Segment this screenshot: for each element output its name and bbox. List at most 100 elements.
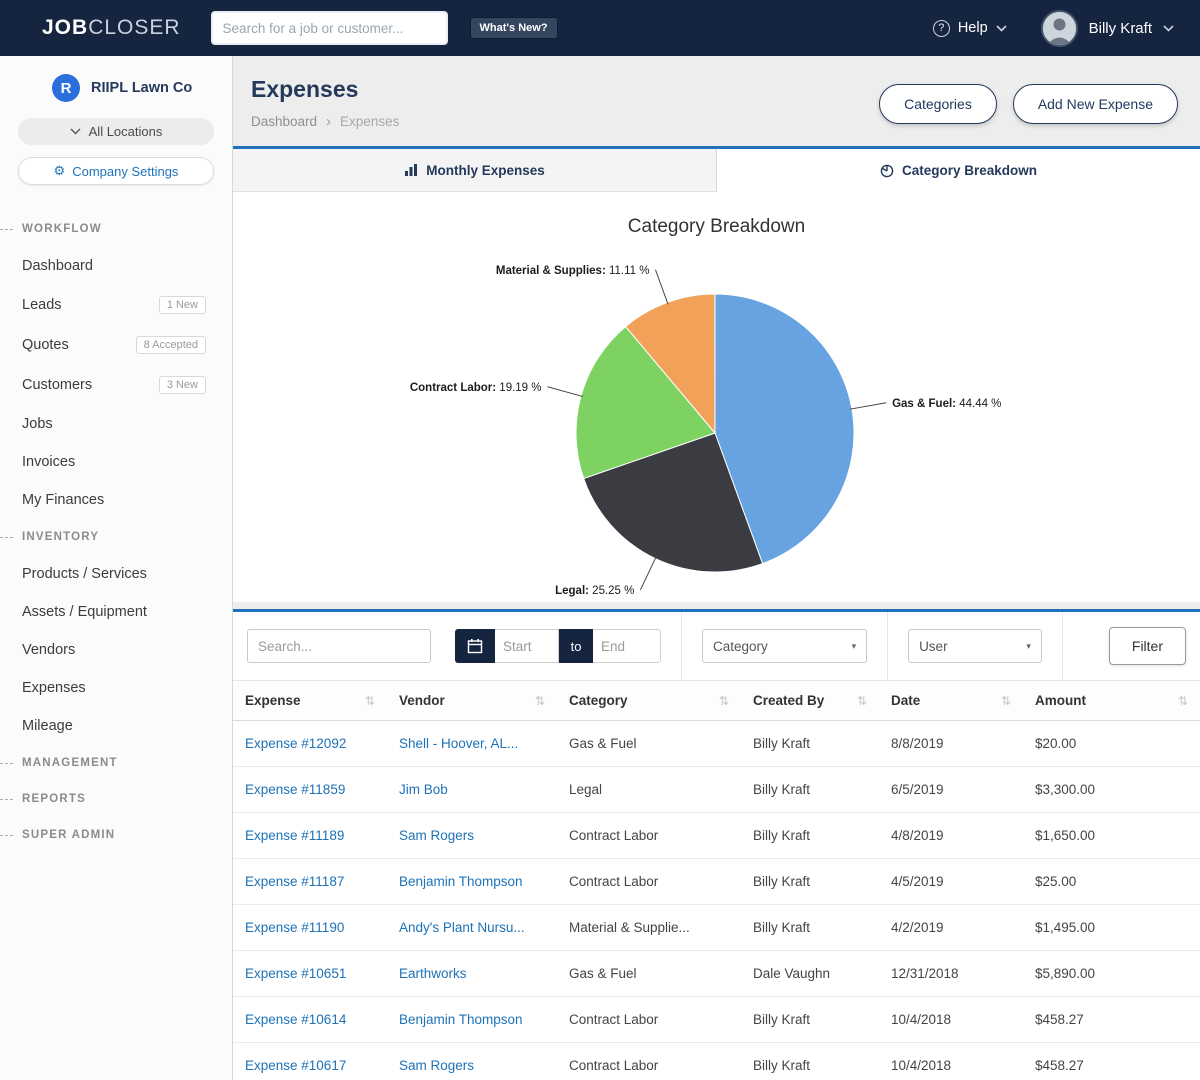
vendor-link[interactable]: Jim Bob [387, 767, 557, 812]
table-row[interactable]: Expense #12092 Shell - Hoover, AL... Gas… [233, 721, 1200, 767]
table-row[interactable]: Expense #10614 Benjamin Thompson Contrac… [233, 997, 1200, 1043]
created-by-cell: Billy Kraft [741, 905, 879, 950]
sidebar-item-invoices[interactable]: Invoices [0, 443, 232, 481]
expense-link[interactable]: Expense #10651 [233, 951, 387, 996]
vendor-link[interactable]: Benjamin Thompson [387, 997, 557, 1042]
category-cell: Gas & Fuel [557, 951, 741, 996]
company-settings-button[interactable]: ⚙ Company Settings [18, 157, 214, 185]
filter-divider [681, 612, 682, 680]
table-row[interactable]: Expense #10651 Earthworks Gas & Fuel Dal… [233, 951, 1200, 997]
amount-cell: $20.00 [1023, 721, 1200, 766]
date-cell: 4/8/2019 [879, 813, 1023, 858]
expense-link[interactable]: Expense #12092 [233, 721, 387, 766]
help-menu[interactable]: ? Help [933, 20, 1007, 37]
category-select[interactable]: Category ▾ [702, 629, 867, 663]
expense-link[interactable]: Expense #10617 [233, 1043, 387, 1080]
column-header-expense[interactable]: Expense⇅ [233, 681, 387, 720]
chevron-down-icon [996, 25, 1007, 32]
all-locations-dropdown[interactable]: All Locations [18, 118, 214, 145]
table-row[interactable]: Expense #10617 Sam Rogers Contract Labor… [233, 1043, 1200, 1080]
vendor-link[interactable]: Shell - Hoover, AL... [387, 721, 557, 766]
section-dash [0, 229, 13, 230]
quotes-badge: 8 Accepted [136, 336, 206, 354]
pie-slice-label: Gas & Fuel: 44.44 % [892, 398, 1001, 410]
sidebar-item-my-finances[interactable]: My Finances [0, 481, 232, 519]
vendor-link[interactable]: Earthworks [387, 951, 557, 996]
pie-leader-line [640, 557, 656, 590]
help-icon: ? [933, 20, 950, 37]
sidebar-item-vendors[interactable]: Vendors [0, 631, 232, 669]
user-select[interactable]: User ▾ [908, 629, 1042, 663]
expense-link[interactable]: Expense #11190 [233, 905, 387, 950]
whats-new-button[interactable]: What's New? [470, 17, 558, 39]
pie-chart-icon [880, 164, 894, 178]
table-search-input[interactable] [247, 629, 431, 663]
column-header-date[interactable]: Date⇅ [879, 681, 1023, 720]
expense-link[interactable]: Expense #11187 [233, 859, 387, 904]
expense-link[interactable]: Expense #11189 [233, 813, 387, 858]
sidebar-item-assets-equipment[interactable]: Assets / Equipment [0, 593, 232, 631]
table-row[interactable]: Expense #11189 Sam Rogers Contract Labor… [233, 813, 1200, 859]
sidebar-item-dashboard[interactable]: Dashboard [0, 247, 232, 285]
calendar-button[interactable] [455, 629, 495, 663]
table-row[interactable]: Expense #11187 Benjamin Thompson Contrac… [233, 859, 1200, 905]
table-row[interactable]: Expense #11190 Andy's Plant Nursu... Mat… [233, 905, 1200, 951]
section-heading-inventory: INVENTORY [0, 519, 232, 555]
column-header-vendor[interactable]: Vendor⇅ [387, 681, 557, 720]
date-range-group: to [455, 629, 661, 663]
tab-category-breakdown[interactable]: Category Breakdown [716, 149, 1200, 192]
leads-badge: 1 New [159, 296, 206, 314]
chevron-down-icon [70, 128, 81, 135]
vendor-link[interactable]: Andy's Plant Nursu... [387, 905, 557, 950]
amount-cell: $5,890.00 [1023, 951, 1200, 996]
filter-button[interactable]: Filter [1109, 627, 1186, 665]
table-row[interactable]: Expense #11859 Jim Bob Legal Billy Kraft… [233, 767, 1200, 813]
company-settings-label: Company Settings [72, 164, 178, 179]
created-by-cell: Billy Kraft [741, 721, 879, 766]
category-cell: Legal [557, 767, 741, 812]
chevron-down-icon [1163, 25, 1174, 32]
categories-button[interactable]: Categories [879, 84, 997, 124]
company-logo: R [52, 74, 80, 102]
vendor-link[interactable]: Sam Rogers [387, 1043, 557, 1080]
sidebar-item-expenses[interactable]: Expenses [0, 669, 232, 707]
tab-monthly-expenses[interactable]: Monthly Expenses [233, 149, 716, 192]
sidebar-item-leads[interactable]: Leads 1 New [0, 285, 232, 325]
expense-link[interactable]: Expense #10614 [233, 997, 387, 1042]
end-date-input[interactable] [593, 629, 661, 663]
app-logo[interactable]: JOBCLOSER [42, 16, 181, 40]
page-title: Expenses [251, 76, 399, 103]
section-heading-management[interactable]: MANAGEMENT [0, 745, 232, 781]
section-heading-reports[interactable]: REPORTS [0, 781, 232, 817]
navbar-right: ? Help Billy Kraft [933, 10, 1174, 47]
vendor-link[interactable]: Sam Rogers [387, 813, 557, 858]
section-dash [0, 763, 13, 764]
column-header-category[interactable]: Category⇅ [557, 681, 741, 720]
sidebar-item-quotes[interactable]: Quotes 8 Accepted [0, 325, 232, 365]
column-header-created-by[interactable]: Created By⇅ [741, 681, 879, 720]
pie-leader-line [850, 403, 886, 409]
sidebar-item-jobs[interactable]: Jobs [0, 405, 232, 443]
add-new-expense-button[interactable]: Add New Expense [1013, 84, 1178, 124]
column-header-amount[interactable]: Amount⇅ [1023, 681, 1200, 720]
breadcrumb-dashboard[interactable]: Dashboard [251, 114, 317, 129]
section-heading-super-admin[interactable]: SUPER ADMIN [0, 817, 232, 853]
sidebar-nav: WORKFLOW Dashboard Leads 1 New Quotes 8 … [0, 211, 232, 853]
global-search-input[interactable] [211, 11, 448, 45]
avatar [1041, 10, 1078, 47]
category-cell: Material & Supplie... [557, 905, 741, 950]
amount-cell: $25.00 [1023, 859, 1200, 904]
category-cell: Contract Labor [557, 859, 741, 904]
expense-link[interactable]: Expense #11859 [233, 767, 387, 812]
sidebar-item-customers[interactable]: Customers 3 New [0, 365, 232, 405]
sidebar-item-mileage[interactable]: Mileage [0, 707, 232, 745]
vendor-link[interactable]: Benjamin Thompson [387, 859, 557, 904]
sidebar-item-products-services[interactable]: Products / Services [0, 555, 232, 593]
pie-leader-line [548, 387, 583, 397]
bar-chart-icon [404, 163, 418, 177]
start-date-input[interactable] [495, 629, 559, 663]
created-by-cell: Billy Kraft [741, 767, 879, 812]
section-dash [0, 835, 13, 836]
amount-cell: $1,650.00 [1023, 813, 1200, 858]
user-menu[interactable]: Billy Kraft [1041, 10, 1174, 47]
